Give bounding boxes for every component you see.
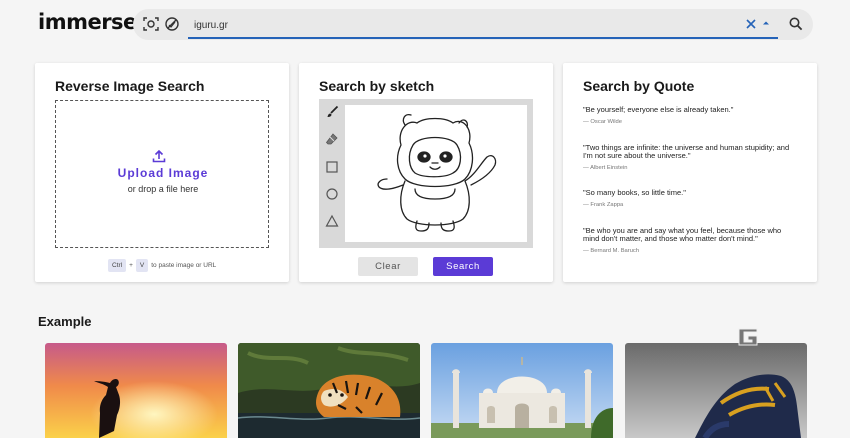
kbd-ctrl: Ctrl [108, 259, 127, 272]
quote-item[interactable]: "Be yourself; everyone else is already t… [583, 105, 798, 126]
example-image-tiger[interactable] [238, 343, 420, 438]
triangle-icon[interactable] [325, 214, 339, 228]
header: immerse [0, 0, 850, 50]
no-filter-icon[interactable] [163, 15, 181, 33]
kbd-plus: + [129, 262, 133, 269]
reverse-search-title: Reverse Image Search [55, 78, 205, 94]
paste-hint: Ctrl + V to paste image or URL [108, 259, 216, 272]
quote-author: — Frank Zappa [583, 202, 624, 208]
quote-text: "Be yourself; everyone else is already t… [583, 105, 734, 114]
quote-item[interactable]: "So many books, so little time." — Frank… [583, 188, 798, 209]
sketch-title: Search by sketch [319, 78, 435, 94]
clear-button[interactable]: Clear [358, 257, 418, 276]
taj-mahal-image [431, 343, 613, 438]
reverse-image-search-card: Reverse Image Search Upload Image or dro… [35, 63, 289, 282]
example-title: Example [38, 314, 92, 329]
upload-image-label[interactable]: Upload Image [56, 166, 270, 180]
upload-icon [152, 149, 166, 163]
quote-text: "Two things are infinite: the universe a… [583, 143, 790, 160]
quote-text: "So many books, so little time." [583, 188, 686, 197]
g-logo-icon [738, 328, 758, 346]
camera-scan-icon[interactable] [142, 15, 160, 33]
quote-item[interactable]: "Be who you are and say what you feel, b… [583, 226, 798, 255]
quote-search-card: Search by Quote "Be yourself; everyone e… [563, 63, 817, 282]
quote-title: Search by Quote [583, 78, 695, 94]
sunset-silhouette-image [45, 343, 227, 438]
search-icon[interactable] [788, 16, 804, 32]
upload-dropzone[interactable]: Upload Image or drop a file here [55, 100, 269, 248]
example-image-taj-mahal[interactable] [431, 343, 613, 438]
logo[interactable]: immerse [38, 10, 137, 34]
paste-hint-text: to paste image or URL [151, 262, 217, 269]
search-input[interactable] [188, 13, 778, 39]
sneaker-image [625, 343, 807, 438]
quote-author: — Albert Einstein [583, 165, 628, 171]
example-image-sneaker[interactable] [625, 343, 807, 438]
quote-author: — Oscar Wilde [583, 119, 622, 125]
square-icon[interactable] [325, 160, 339, 174]
panda-sketch-drawing [377, 113, 497, 232]
sketch-canvas[interactable] [345, 105, 527, 242]
sketch-search-card: Search by sketch Clear Search [299, 63, 553, 282]
drop-hint: or drop a file here [127, 184, 199, 194]
brush-icon[interactable] [325, 105, 339, 119]
example-image-sunset[interactable] [45, 343, 227, 438]
quote-author: — Bernard M. Baruch [583, 248, 640, 254]
clear-icon[interactable] [743, 16, 759, 32]
search-bar [133, 9, 813, 40]
sketch-area [319, 99, 533, 248]
eraser-icon[interactable] [325, 132, 339, 146]
quote-text: "Be who you are and say what you feel, b… [583, 226, 782, 243]
circle-icon[interactable] [325, 187, 339, 201]
dropdown-icon[interactable] [761, 18, 771, 28]
quote-item[interactable]: "Two things are infinite: the universe a… [583, 143, 798, 172]
tiger-in-water-image [238, 343, 420, 438]
kbd-v: V [135, 259, 149, 272]
sketch-search-button[interactable]: Search [433, 257, 493, 276]
